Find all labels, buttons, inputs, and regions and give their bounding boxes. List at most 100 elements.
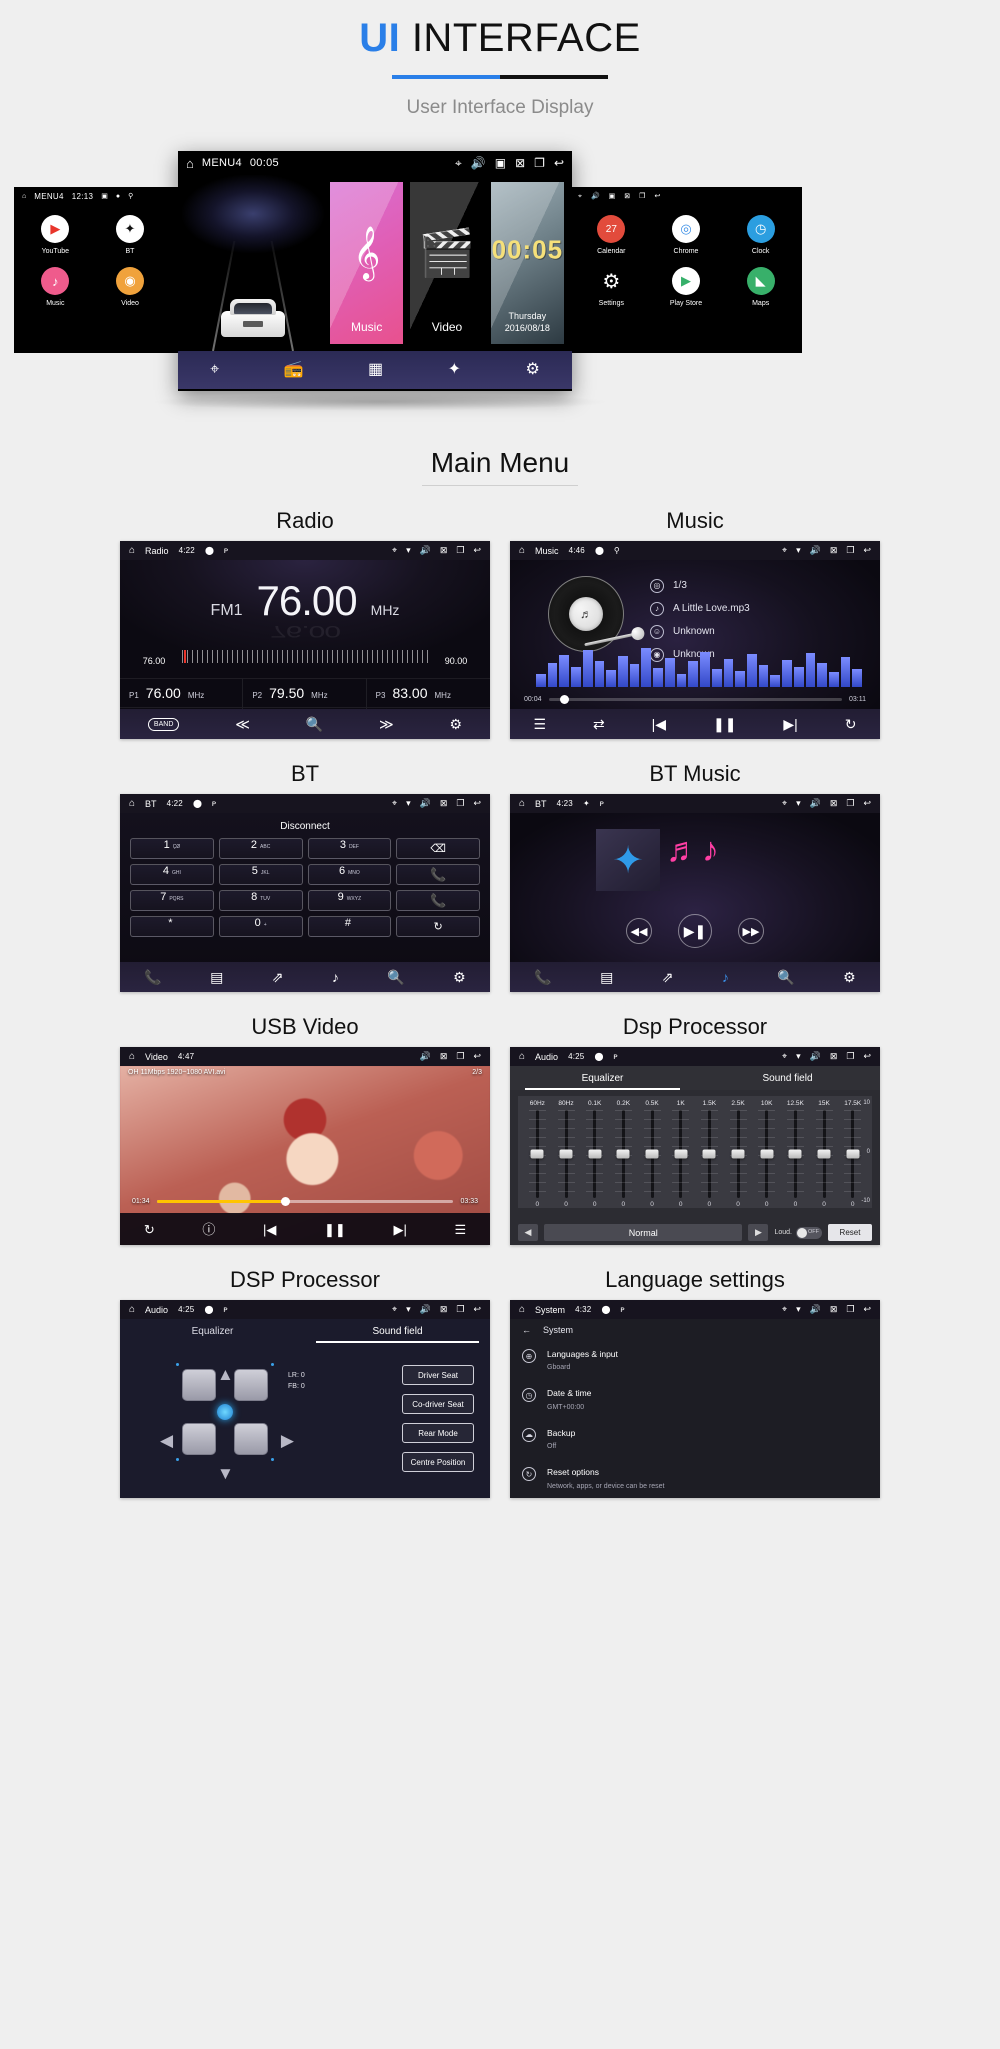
back-icon[interactable]: ↩ (863, 546, 871, 555)
back-icon[interactable]: ↩ (473, 799, 481, 808)
volume-icon[interactable]: 🔊 (420, 1052, 431, 1061)
wifi-icon[interactable]: ▾ (406, 546, 411, 555)
eq-band-10K[interactable]: 10K 0 (753, 1100, 780, 1208)
settings-row-datetime[interactable]: ◷ Date & time GMT+00:00 (510, 1380, 880, 1419)
recents-icon[interactable]: ❐ (639, 193, 645, 200)
arrow-right-icon[interactable]: ▶ (281, 1431, 294, 1451)
video-seek-row[interactable]: 01:34 03:33 (132, 1197, 478, 1206)
close-icon[interactable]: ⊠ (440, 546, 448, 555)
eq-slider-track[interactable] (528, 1110, 546, 1198)
home-icon[interactable]: ⌂ (22, 193, 26, 200)
eq-slider-thumb[interactable] (788, 1149, 802, 1159)
apps-grid-icon[interactable]: ▦ (368, 362, 383, 378)
seat-front-right[interactable] (234, 1369, 268, 1401)
wifi-icon[interactable]: ▾ (796, 1305, 801, 1314)
close-icon[interactable]: ⊠ (830, 546, 838, 555)
recents-icon[interactable]: ❐ (846, 1305, 854, 1314)
next-button[interactable]: ▶▶ (738, 918, 764, 944)
volume-icon[interactable]: 🔊 (420, 1305, 431, 1314)
location-icon[interactable]: ⌖ (782, 799, 787, 808)
back-icon[interactable]: ↩ (863, 799, 871, 808)
location-icon[interactable]: ⌖ (392, 546, 397, 555)
eq-band-60Hz[interactable]: 60Hz 0 (524, 1100, 551, 1208)
transfer-icon[interactable]: ⇗ (272, 970, 284, 984)
eq-slider-track[interactable] (643, 1110, 661, 1198)
recents-icon[interactable]: ❐ (456, 1305, 464, 1314)
back-icon[interactable]: ↩ (473, 1305, 481, 1314)
back-icon[interactable]: ↩ (863, 1305, 871, 1314)
home-icon[interactable]: ⌂ (519, 798, 525, 809)
repeat-button[interactable]: ↻ (144, 1223, 155, 1236)
eq-slider-track[interactable] (786, 1110, 804, 1198)
radio-icon[interactable]: 📻 (284, 362, 304, 378)
bt-music-unit[interactable]: ⌂ BT 4:23 ✦ ᴘ ⌖ ▾ 🔊 ⊠ ❐ ↩ ✦ ♬♪ ◀◀ ▶❚ ▶▶ … (510, 794, 880, 992)
dial-ruler[interactable] (182, 648, 428, 672)
settings-row-backup[interactable]: ☁ Backup Off (510, 1420, 880, 1459)
app-play-store[interactable]: ▶ Play Store (649, 267, 724, 307)
location-icon[interactable]: ⌖ (782, 546, 787, 555)
wifi-icon[interactable]: ▾ (406, 1305, 411, 1314)
location-icon[interactable]: ⌖ (578, 193, 582, 200)
hero-right-screen[interactable]: ⌖ 🔊 ▣ ⊠ ❐ ↩ 27 Calendar ◎ Chrome ◷ Clock… (570, 187, 802, 353)
usb-video-unit[interactable]: ⌂ Video 4:47 🔊 ⊠ ❐ ↩ OH 11Mbps 1920~1080… (120, 1047, 490, 1245)
eq-slider-thumb[interactable] (674, 1149, 688, 1159)
pause-button[interactable]: ❚❚ (713, 717, 736, 731)
home-icon[interactable]: ⌂ (186, 157, 194, 170)
keypad-key-5[interactable]: 5 JKL (218, 864, 303, 885)
band-button[interactable]: BAND (147, 717, 180, 731)
bt-unit[interactable]: ⌂ BT 4:22 ⬤ ᴘ ⌖ ▾ 🔊 ⊠ ❐ ↩ Disconnect 1 Ç… (120, 794, 490, 992)
tab-sound-field[interactable]: Sound field (305, 1319, 490, 1343)
keypad-key-6[interactable]: 6 MNO (307, 864, 392, 885)
app-maps[interactable]: ◣ Maps (723, 267, 798, 307)
location-icon[interactable]: ⌖ (782, 1305, 787, 1314)
seat-rear-right[interactable] (234, 1423, 268, 1455)
eq-slider-thumb[interactable] (559, 1149, 573, 1159)
volume-icon[interactable]: 🔊 (420, 799, 431, 808)
tile-video[interactable]: 🎬 Video (410, 182, 484, 344)
recents-icon[interactable]: ❐ (456, 1052, 464, 1061)
refresh-button[interactable]: ↻ (396, 916, 480, 937)
volume-icon[interactable]: 🔊 (810, 1305, 821, 1314)
navigation-icon[interactable]: ⌖ (210, 362, 219, 378)
shuffle-button[interactable]: ⇄ (593, 717, 605, 731)
eq-band-1.5K[interactable]: 1.5K 0 (696, 1100, 723, 1208)
app-youtube[interactable]: ▶ YouTube (18, 215, 93, 255)
recents-icon[interactable]: ❐ (846, 1052, 854, 1061)
settings-gear-icon[interactable]: ⚙ (843, 970, 856, 984)
transfer-icon[interactable]: ⇗ (662, 970, 674, 984)
app-chrome[interactable]: ◎ Chrome (649, 215, 724, 255)
hero-mid-screen[interactable]: ⌂ MENU4 00:05 ⌖ 🔊 ▣ ⊠ ❐ ↩ 𝄞 Music 🎬 Vide… (178, 151, 572, 391)
recents-icon[interactable]: ❐ (846, 546, 854, 555)
search-icon[interactable]: 🔍 (387, 970, 404, 984)
close-icon[interactable]: ⊠ (624, 193, 630, 200)
volume-icon[interactable]: 🔊 (420, 546, 431, 555)
back-icon[interactable]: ↩ (863, 1052, 871, 1061)
settings-row-languages[interactable]: ⊕ Languages & input Gboard (510, 1341, 880, 1380)
previous-button[interactable]: |◀ (263, 1223, 276, 1236)
prev-preset-button[interactable]: ◀ (518, 1224, 538, 1241)
contacts-icon[interactable]: ▤ (210, 970, 223, 984)
centre-position-button[interactable]: Centre Position (402, 1452, 474, 1472)
home-icon[interactable]: ⌂ (519, 545, 525, 556)
eq-band-0.5K[interactable]: 0.5K 0 (639, 1100, 666, 1208)
app-music[interactable]: ♪ Music (18, 267, 93, 307)
keypad-key-1[interactable]: 1 ÇØ (130, 838, 214, 859)
back-icon[interactable]: ↩ (473, 546, 481, 555)
camera-icon[interactable]: ▣ (609, 193, 616, 200)
sound-field-unit[interactable]: ⌂ Audio 4:25 ⬤ ᴘ ⌖ ▾ 🔊 ⊠ ❐ ↩ Equalizer S… (120, 1300, 490, 1498)
next-preset-button[interactable]: ▶ (748, 1224, 769, 1241)
wifi-icon[interactable]: ▾ (796, 546, 801, 555)
recents-icon[interactable]: ❐ (846, 799, 854, 808)
keypad-key-7[interactable]: 7 PQRS (130, 890, 214, 911)
bt-music-icon[interactable]: ♪ (722, 970, 729, 984)
repeat-button[interactable]: ↻ (845, 717, 857, 731)
app-video[interactable]: ◉ Video (93, 267, 168, 307)
settings-button[interactable]: ⚙ (450, 717, 463, 731)
next-button[interactable]: ▶| (783, 717, 797, 731)
seat-front-left[interactable] (182, 1369, 216, 1401)
loudness-toggle[interactable]: OFF (796, 1226, 822, 1239)
radio-unit[interactable]: ⌂ Radio 4:22 ⬤ ᴘ ⌖ ▾ 🔊 ⊠ ❐ ↩ FM1 76.00 M… (120, 541, 490, 739)
previous-button[interactable]: ◀◀ (626, 918, 652, 944)
close-icon[interactable]: ⊠ (515, 157, 525, 169)
eq-band-2.5K[interactable]: 2.5K 0 (725, 1100, 752, 1208)
